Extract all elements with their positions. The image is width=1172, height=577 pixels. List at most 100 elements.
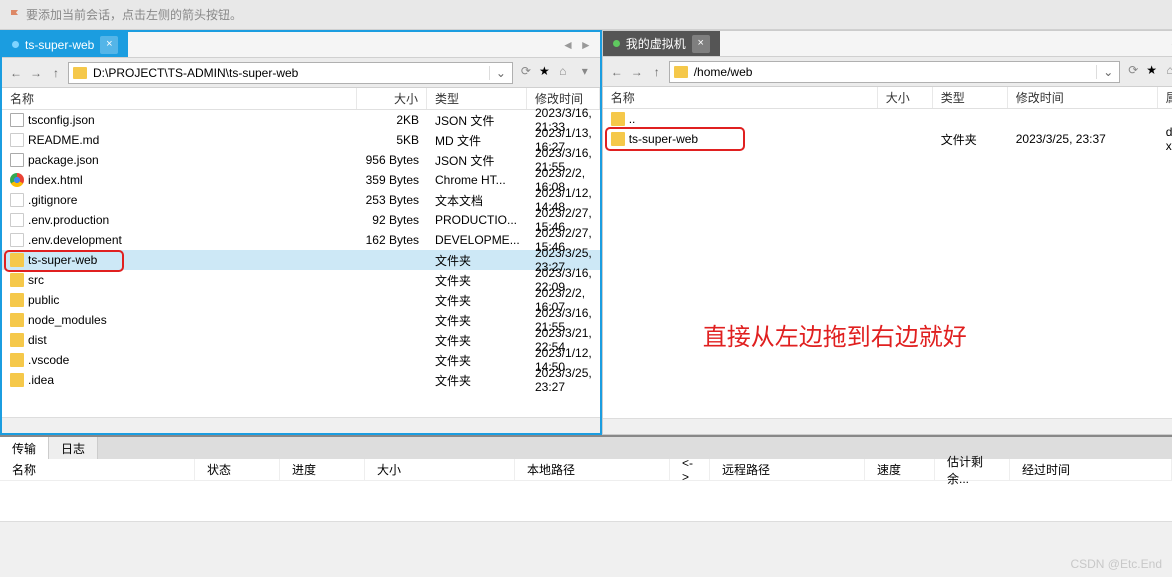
file-size — [357, 250, 427, 270]
file-name: dist — [28, 333, 47, 347]
remote-nav: ← → ↑ /home/web ⌄ ⟳ ★ ⌂ ▾ — [603, 57, 1172, 87]
local-nav: ← → ↑ D:\PROJECT\TS-ADMIN\ts-super-web ⌄… — [2, 58, 600, 88]
file-name: README.md — [28, 133, 99, 147]
path-dropdown-icon[interactable]: ⌄ — [1096, 65, 1119, 79]
flag-icon — [10, 10, 20, 20]
hint-bar: 要添加当前会话，点击左侧的箭头按钮。 — [0, 0, 1172, 30]
col-size[interactable]: 大小 — [878, 87, 933, 108]
settings-icon[interactable]: ▾ — [576, 64, 594, 82]
file-date: 2023/3/25, 23:27 — [527, 370, 600, 390]
watermark: CSDN @Etc.End — [1070, 557, 1162, 571]
col-type[interactable]: 类型 — [427, 88, 527, 109]
file-name: package.json — [28, 153, 99, 167]
file-icon — [10, 313, 24, 327]
log-tab-log[interactable]: 日志 — [49, 437, 98, 459]
refresh-icon[interactable]: ⟳ — [1124, 63, 1142, 81]
file-row[interactable]: .env.production92 BytesPRODUCTIO...2023/… — [2, 210, 600, 230]
local-tab[interactable]: ts-super-web × — [2, 32, 128, 57]
tab-dot-icon — [12, 41, 19, 48]
log-tab-transfer[interactable]: 传输 — [0, 437, 49, 459]
nav-fwd-icon[interactable]: → — [28, 66, 44, 80]
file-name: index.html — [28, 173, 83, 187]
file-type: 文件夹 — [427, 290, 527, 310]
file-row[interactable]: node_modules文件夹2023/3/16, 21:55 — [2, 310, 600, 330]
file-name: .env.development — [28, 233, 122, 247]
scrollbar[interactable] — [2, 417, 600, 433]
tab-close-icon[interactable]: × — [100, 36, 118, 54]
file-row[interactable]: ts-super-web文件夹2023/3/25, 23:27 — [2, 250, 600, 270]
file-name: .. — [629, 112, 636, 126]
local-file-list[interactable]: 名称 大小 类型 修改时间 tsconfig.json2KBJSON 文件202… — [2, 88, 600, 417]
file-icon — [611, 132, 625, 146]
file-row[interactable]: dist文件夹2023/3/21, 22:54 — [2, 330, 600, 350]
file-row[interactable]: ts-super-web文件夹2023/3/25, 23:37drwxr-xr-… — [603, 129, 1172, 149]
file-icon — [10, 133, 24, 147]
file-row[interactable]: src文件夹2023/3/16, 22:09 — [2, 270, 600, 290]
file-name: .idea — [28, 373, 54, 387]
file-size — [357, 370, 427, 390]
file-row[interactable]: index.html359 BytesChrome HT...2023/2/2,… — [2, 170, 600, 190]
remote-path-input[interactable]: /home/web ⌄ — [669, 61, 1121, 83]
log-col-elapsed[interactable]: 经过时间 — [1010, 459, 1172, 480]
file-row[interactable]: README.md5KBMD 文件2023/1/13, 16:27 — [2, 130, 600, 150]
tab-next-icon[interactable]: ► — [580, 38, 592, 52]
tab-close-icon[interactable]: × — [692, 35, 710, 53]
log-col-remote[interactable]: 远程路径 — [710, 459, 865, 480]
file-row[interactable]: .vscode文件夹2023/1/12, 14:50 — [2, 350, 600, 370]
remote-tab[interactable]: 我的虚拟机 × — [603, 31, 720, 56]
home-icon[interactable]: ⌂ — [554, 64, 572, 82]
log-col-local[interactable]: 本地路径 — [515, 459, 670, 480]
file-size — [357, 310, 427, 330]
col-name[interactable]: 名称 — [603, 87, 878, 108]
nav-back-icon[interactable]: ← — [609, 65, 625, 79]
file-icon — [611, 112, 625, 126]
log-col-progress[interactable]: 进度 — [280, 459, 365, 480]
local-path-input[interactable]: D:\PROJECT\TS-ADMIN\ts-super-web ⌄ — [68, 62, 513, 84]
star-icon[interactable]: ★ — [539, 64, 550, 82]
col-date[interactable]: 修改时间 — [1008, 87, 1158, 108]
log-col-est[interactable]: 估计剩余... — [935, 459, 1010, 480]
local-columns[interactable]: 名称 大小 类型 修改时间 — [2, 88, 600, 110]
nav-up-icon[interactable]: ↑ — [48, 66, 64, 80]
tab-label: 我的虚拟机 — [626, 35, 686, 52]
file-type: 文件夹 — [427, 330, 527, 350]
file-row[interactable]: .. — [603, 109, 1172, 129]
scrollbar[interactable] — [603, 418, 1172, 434]
remote-columns[interactable]: 名称 大小 类型 修改时间 属性 — [603, 87, 1172, 109]
remote-file-list[interactable]: 名称 大小 类型 修改时间 属性 .. ts-super-web文件夹2023/3… — [603, 87, 1172, 418]
file-size — [357, 350, 427, 370]
file-row[interactable]: .env.development162 BytesDEVELOPME...202… — [2, 230, 600, 250]
home-icon[interactable]: ⌂ — [1161, 63, 1172, 81]
refresh-icon[interactable]: ⟳ — [517, 64, 535, 82]
file-type: DEVELOPME... — [427, 230, 527, 250]
file-row[interactable]: tsconfig.json2KBJSON 文件2023/3/16, 21:33 — [2, 110, 600, 130]
path-dropdown-icon[interactable]: ⌄ — [489, 66, 512, 80]
log-col-speed[interactable]: 速度 — [865, 459, 935, 480]
file-name: src — [28, 273, 44, 287]
col-attr[interactable]: 属性 — [1158, 87, 1172, 108]
log-columns[interactable]: 名称 状态 进度 大小 本地路径 <-> 远程路径 速度 估计剩余... 经过时… — [0, 459, 1172, 481]
star-icon[interactable]: ★ — [1146, 63, 1157, 81]
file-icon — [10, 273, 24, 287]
file-size — [878, 129, 933, 149]
scrollbar[interactable] — [0, 521, 1172, 537]
file-row[interactable]: package.json956 BytesJSON 文件2023/3/16, 2… — [2, 150, 600, 170]
nav-up-icon[interactable]: ↑ — [649, 65, 665, 79]
log-col-status[interactable]: 状态 — [195, 459, 280, 480]
file-row[interactable]: .idea文件夹2023/3/25, 23:27 — [2, 370, 600, 390]
log-col-dir[interactable]: <-> — [670, 459, 710, 480]
file-row[interactable]: public文件夹2023/2/2, 16:07 — [2, 290, 600, 310]
col-type[interactable]: 类型 — [933, 87, 1008, 108]
remote-pane: 我的虚拟机 × ◄ ► ← → ↑ /home/web ⌄ ⟳ ★ ⌂ ▾ — [602, 30, 1172, 435]
file-row[interactable]: .gitignore253 Bytes文本文档2023/1/12, 14:48 — [2, 190, 600, 210]
col-size[interactable]: 大小 — [357, 88, 427, 109]
file-size — [357, 270, 427, 290]
tab-prev-icon[interactable]: ◄ — [562, 38, 574, 52]
nav-back-icon[interactable]: ← — [8, 66, 24, 80]
col-name[interactable]: 名称 — [2, 88, 357, 109]
log-col-size[interactable]: 大小 — [365, 459, 515, 480]
file-icon — [10, 353, 24, 367]
log-col-name[interactable]: 名称 — [0, 459, 195, 480]
nav-fwd-icon[interactable]: → — [629, 65, 645, 79]
annotation-text: 直接从左边拖到右边就好 — [703, 317, 967, 352]
